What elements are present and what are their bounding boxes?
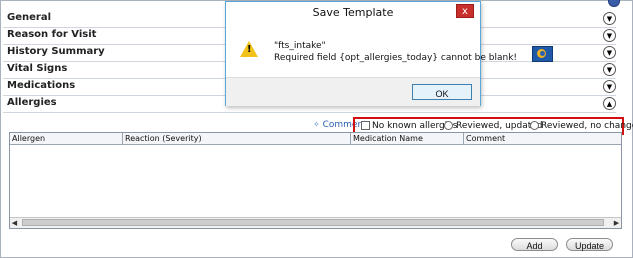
dialog-template-name: "fts_intake" <box>274 41 326 51</box>
no-known-allergies-checkbox[interactable] <box>361 121 370 130</box>
column-header-allergen[interactable]: Allergen <box>10 133 123 144</box>
dialog-footer: OK <box>226 77 480 106</box>
column-header-medication-name[interactable]: Medication Name <box>351 133 464 144</box>
chevron-up-icon[interactable]: ▲ <box>603 97 616 110</box>
section-title: Reason for Visit <box>7 29 97 40</box>
chevron-down-icon[interactable]: ▼ <box>603 46 616 59</box>
add-button[interactable]: Add <box>511 238 558 251</box>
comment-icon: ✧ <box>313 120 320 129</box>
dialog-title-bar[interactable]: Save Template x <box>226 2 480 24</box>
update-button[interactable]: Update <box>566 238 613 251</box>
reviewed-updated-radio[interactable] <box>444 121 453 130</box>
allergies-table[interactable]: Allergen Reaction (Severity) Medication … <box>9 132 622 229</box>
chevron-down-icon[interactable]: ▼ <box>603 29 616 42</box>
reviewed-no-changes-label: Reviewed, no changes <box>541 121 633 131</box>
section-title: Medications <box>7 80 76 91</box>
scroll-left-icon[interactable]: ◀ <box>10 218 19 228</box>
ok-button[interactable]: OK <box>412 84 472 100</box>
reviewed-no-changes-radio[interactable] <box>530 121 539 130</box>
dialog-message: Required field {opt_allergies_today} can… <box>274 53 518 63</box>
column-header-reaction[interactable]: Reaction (Severity) <box>123 133 351 144</box>
column-header-comment[interactable]: Comment <box>464 133 621 144</box>
dialog-title: Save Template <box>312 6 394 19</box>
chevron-down-icon[interactable]: ▼ <box>603 12 616 25</box>
allergies-table-header: Allergen Reaction (Severity) Medication … <box>10 133 621 145</box>
section-title: Vital Signs <box>7 63 68 74</box>
scroll-thumb[interactable] <box>22 219 604 226</box>
horizontal-scrollbar[interactable]: ◀ ▶ <box>10 217 621 228</box>
save-template-dialog: Save Template x ! "fts_intake" Required … <box>225 1 517 106</box>
scroll-right-icon[interactable]: ▶ <box>612 218 621 228</box>
close-button[interactable]: x <box>456 4 474 18</box>
section-title: History Summary <box>7 46 105 57</box>
warning-exclamation-icon: ! <box>247 44 252 55</box>
section-title: General <box>7 12 51 23</box>
chevron-down-icon[interactable]: ▼ <box>603 63 616 76</box>
section-title: Allergies <box>7 97 57 108</box>
refresh-history-icon[interactable] <box>532 46 553 62</box>
chevron-down-icon[interactable]: ▼ <box>603 80 616 93</box>
visit-template-panel: General ▼ Reason for Visit ▼ History Sum… <box>0 0 633 258</box>
dialog-body: ! "fts_intake" Required field {opt_aller… <box>226 24 517 77</box>
status-circle-icon[interactable] <box>608 0 620 7</box>
